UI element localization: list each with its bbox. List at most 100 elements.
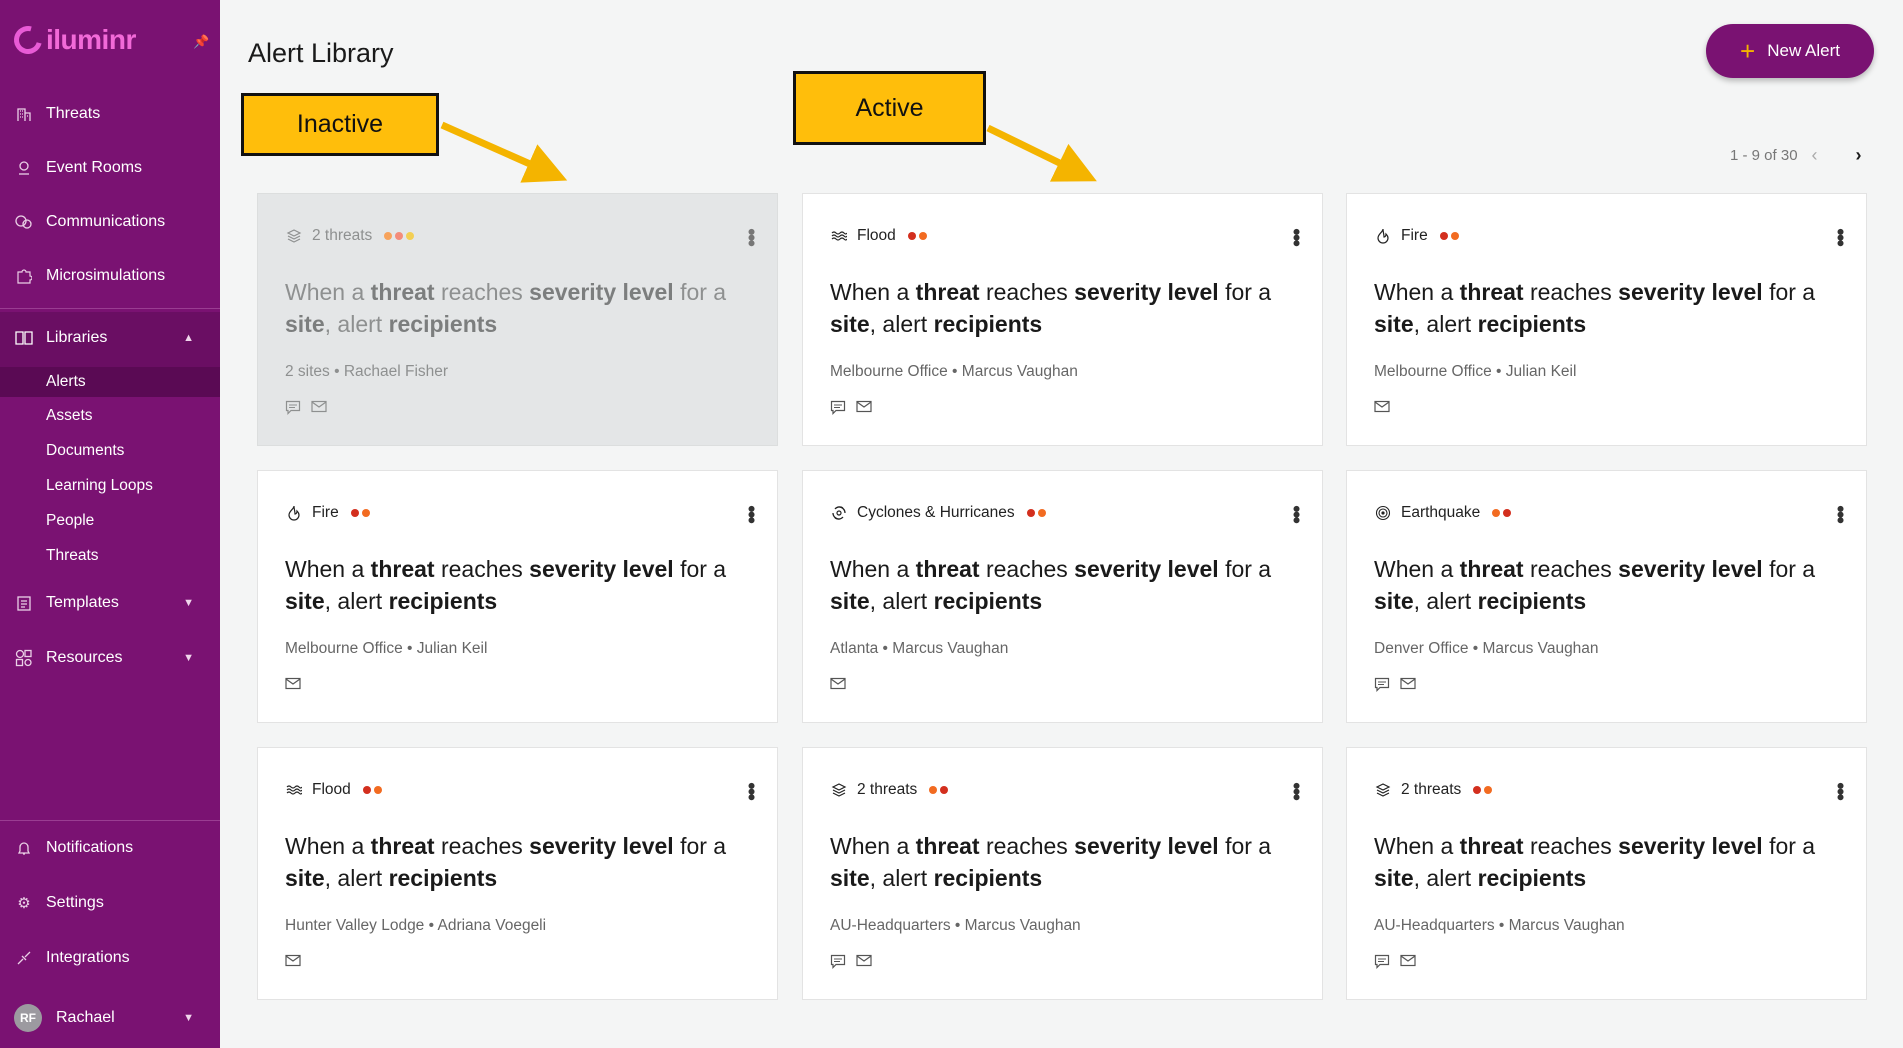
sidebar-subitem-people[interactable]: People bbox=[46, 512, 94, 530]
alert-description: When a threat reaches severity level for… bbox=[285, 830, 755, 894]
iluminr-logo[interactable]: iluminr bbox=[8, 20, 136, 60]
new-alert-button[interactable]: + New Alert bbox=[1706, 24, 1874, 78]
chevron-right-icon[interactable]: › bbox=[1856, 145, 1862, 166]
email-icon bbox=[285, 954, 301, 972]
severity-dot bbox=[350, 509, 359, 517]
description-keyword: threat bbox=[370, 833, 435, 859]
more-options-icon[interactable]: ••• bbox=[1828, 505, 1853, 522]
severity-dots bbox=[384, 232, 415, 240]
sidebar-subitem-assets[interactable]: Assets bbox=[46, 407, 93, 425]
alert-description: When a threat reaches severity level for… bbox=[1374, 276, 1844, 340]
alert-type-label: Fire bbox=[312, 504, 339, 521]
alert-card-active[interactable]: Cyclones & Hurricanes ••• When a threat … bbox=[802, 470, 1323, 723]
severity-dot bbox=[406, 232, 415, 240]
severity-dot bbox=[1439, 232, 1448, 240]
sidebar-item-settings[interactable]: ⚙ Settings bbox=[0, 883, 220, 923]
description-keyword: site bbox=[285, 588, 325, 614]
severity-dot bbox=[1026, 509, 1035, 517]
description-text: reaches bbox=[1523, 556, 1619, 582]
alert-card-active[interactable]: Fire ••• When a threat reaches severity … bbox=[257, 470, 778, 723]
pagination-text: 1 - 9 of 30 bbox=[1730, 147, 1798, 164]
alert-description: When a threat reaches severity level for… bbox=[1374, 830, 1844, 894]
alert-type-label: 2 threats bbox=[1401, 781, 1462, 798]
description-keyword: site bbox=[830, 865, 870, 891]
severity-dot bbox=[1450, 232, 1459, 240]
sidebar-subitem-alerts[interactable]: Alerts bbox=[0, 367, 220, 397]
sidebar-item-event-rooms[interactable]: Event Rooms bbox=[0, 148, 220, 188]
alert-description: When a threat reaches severity level for… bbox=[830, 830, 1300, 894]
description-text: reaches bbox=[979, 833, 1075, 859]
email-icon bbox=[856, 400, 872, 420]
sidebar-subitem-learning-loops[interactable]: Learning Loops bbox=[46, 477, 153, 495]
description-text: , alert bbox=[324, 865, 389, 891]
description-text: reaches bbox=[979, 556, 1075, 582]
sidebar-item-communications[interactable]: Communications bbox=[0, 202, 220, 242]
cyclone-icon bbox=[830, 504, 848, 522]
email-icon bbox=[1400, 677, 1416, 697]
description-keyword: recipients bbox=[388, 311, 498, 337]
description-text: reaches bbox=[1523, 833, 1619, 859]
chevron-left-icon[interactable]: ‹ bbox=[1812, 145, 1818, 166]
sidebar-item-threats[interactable]: Threats bbox=[0, 94, 220, 134]
alert-description: When a threat reaches severity level for… bbox=[830, 276, 1300, 340]
active-callout: Active bbox=[793, 71, 986, 145]
layers-icon bbox=[830, 781, 848, 799]
description-text: When a bbox=[1374, 556, 1460, 582]
more-options-icon[interactable]: ••• bbox=[1284, 782, 1309, 799]
alert-sites-owner: Melbourne Office • Marcus Vaughan bbox=[830, 363, 1078, 380]
description-keyword: severity level bbox=[1618, 556, 1763, 582]
alert-channels bbox=[1374, 954, 1416, 974]
description-text: for a bbox=[1218, 556, 1272, 582]
alert-type-label: Flood bbox=[312, 781, 351, 798]
alert-description: When a threat reaches severity level for… bbox=[1374, 553, 1844, 617]
more-options-icon[interactable]: ••• bbox=[1284, 228, 1309, 245]
severity-dot bbox=[929, 786, 938, 794]
severity-dot bbox=[384, 232, 393, 240]
user-menu[interactable]: RF Rachael ▼ bbox=[0, 998, 220, 1038]
alert-type: Earthquake bbox=[1374, 504, 1512, 522]
severity-dot bbox=[1484, 786, 1493, 794]
description-text: for a bbox=[1762, 279, 1816, 305]
alert-card-active[interactable]: Earthquake ••• When a threat reaches sev… bbox=[1346, 470, 1867, 723]
sidebar-item-integrations[interactable]: Integrations bbox=[0, 938, 220, 978]
more-options-icon[interactable]: ••• bbox=[1828, 782, 1853, 799]
sidebar-item-notifications[interactable]: Notifications bbox=[0, 828, 220, 868]
description-text: , alert bbox=[869, 865, 934, 891]
more-options-icon[interactable]: ••• bbox=[1284, 505, 1309, 522]
description-text: for a bbox=[1762, 833, 1816, 859]
alert-card-active[interactable]: 2 threats ••• When a threat reaches seve… bbox=[802, 747, 1323, 1000]
sidebar-subitem-documents[interactable]: Documents bbox=[46, 442, 124, 460]
more-options-icon[interactable]: ••• bbox=[739, 505, 764, 522]
alert-card-active[interactable]: 2 threats ••• When a threat reaches seve… bbox=[1346, 747, 1867, 1000]
description-keyword: threat bbox=[915, 833, 980, 859]
pin-icon[interactable]: 📌 bbox=[193, 34, 209, 50]
description-text: reaches bbox=[434, 556, 530, 582]
alert-card-active[interactable]: Fire ••• When a threat reaches severity … bbox=[1346, 193, 1867, 446]
alert-card-inactive[interactable]: 2 threats ••• When a threat reaches seve… bbox=[257, 193, 778, 446]
alert-type: Fire bbox=[1374, 227, 1459, 245]
description-keyword: site bbox=[1374, 865, 1414, 891]
shapes-icon bbox=[14, 648, 34, 668]
sidebar-item-templates[interactable]: Templates ▼ bbox=[0, 583, 220, 623]
email-icon bbox=[1374, 400, 1390, 418]
email-icon bbox=[830, 677, 846, 695]
description-keyword: severity level bbox=[1074, 833, 1219, 859]
sidebar-item-libraries[interactable]: Libraries ▲ bbox=[0, 318, 220, 358]
alert-description: When a threat reaches severity level for… bbox=[830, 553, 1300, 617]
more-options-icon[interactable]: ••• bbox=[739, 782, 764, 799]
sidebar-subitem-threats[interactable]: Threats bbox=[46, 547, 99, 565]
alert-channels bbox=[830, 954, 872, 974]
more-options-icon[interactable]: ••• bbox=[1828, 228, 1853, 245]
description-text: for a bbox=[1218, 833, 1272, 859]
severity-dot bbox=[918, 232, 927, 240]
waves-icon bbox=[285, 781, 303, 799]
alert-sites-owner: Melbourne Office • Julian Keil bbox=[1374, 363, 1577, 380]
more-options-icon[interactable]: ••• bbox=[739, 228, 764, 245]
description-text: for a bbox=[673, 556, 727, 582]
sidebar-item-resources[interactable]: Resources ▼ bbox=[0, 638, 220, 678]
alert-card-active[interactable]: Flood ••• When a threat reaches severity… bbox=[257, 747, 778, 1000]
bell-icon bbox=[14, 838, 34, 858]
alert-card-active[interactable]: Flood ••• When a threat reaches severity… bbox=[802, 193, 1323, 446]
description-keyword: severity level bbox=[1074, 279, 1219, 305]
sidebar-item-microsimulations[interactable]: Microsimulations bbox=[0, 256, 220, 296]
